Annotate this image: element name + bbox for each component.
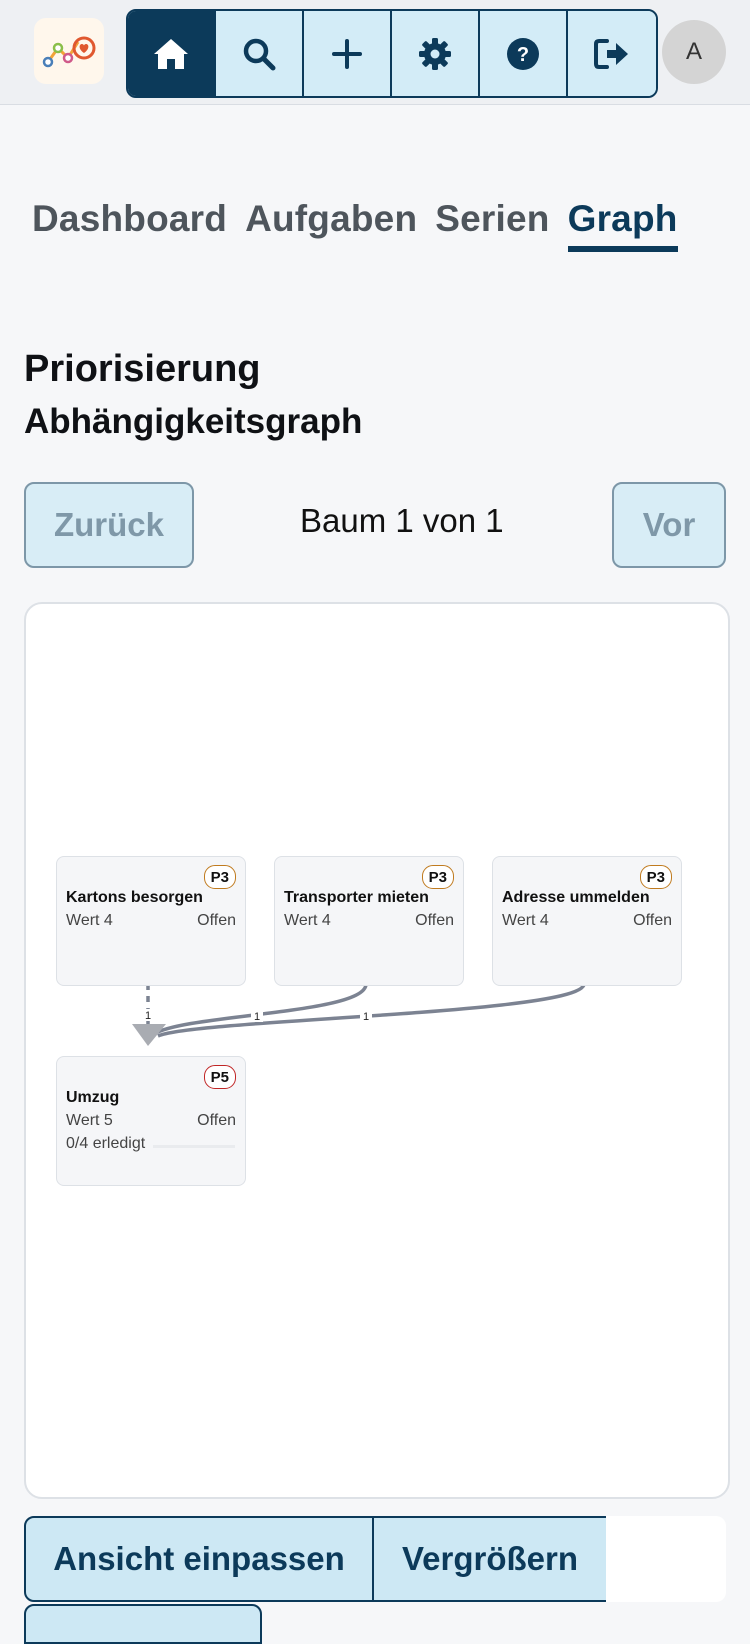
node-value: Wert 4 bbox=[66, 912, 113, 929]
home-icon bbox=[154, 38, 188, 69]
graph-node-kartons[interactable]: P3 Kartons besorgen Wert 4 Offen bbox=[56, 856, 246, 986]
node-status: Offen bbox=[197, 912, 236, 929]
help-icon: ? bbox=[507, 37, 539, 70]
priority-badge: P5 bbox=[203, 1065, 236, 1089]
top-bar: ? A bbox=[0, 0, 750, 105]
user-avatar[interactable]: A bbox=[662, 20, 726, 84]
page-title: Priorisierung bbox=[24, 348, 261, 390]
logout-button[interactable] bbox=[568, 11, 656, 96]
logo-icon bbox=[42, 36, 96, 68]
graph-node-transporter[interactable]: P3 Transporter mieten Wert 4 Offen bbox=[274, 856, 464, 986]
tab-dashboard[interactable]: Dashboard bbox=[32, 198, 227, 252]
search-button[interactable] bbox=[216, 11, 304, 96]
graph-node-umzug[interactable]: P5 Umzug Wert 5 Offen 0/4 erledigt bbox=[56, 1056, 246, 1186]
view-tabs: Dashboard Aufgaben Serien Graph bbox=[32, 198, 678, 252]
node-value: Wert 5 bbox=[66, 1112, 113, 1129]
zoom-out-button[interactable] bbox=[24, 1604, 262, 1644]
search-icon bbox=[243, 38, 276, 70]
node-status: Offen bbox=[633, 912, 672, 929]
gear-icon bbox=[419, 37, 451, 70]
avatar-initial: A bbox=[685, 38, 702, 65]
node-title: Kartons besorgen bbox=[66, 889, 203, 906]
node-title: Transporter mieten bbox=[284, 889, 429, 906]
svg-text:?: ? bbox=[517, 44, 529, 66]
edge-label-transporter: 1 bbox=[254, 1011, 260, 1023]
main-nav: ? bbox=[126, 9, 658, 98]
next-tree-button[interactable]: Vor bbox=[612, 482, 726, 568]
page-subtitle: Abhängigkeitsgraph bbox=[24, 402, 363, 441]
tab-graph[interactable]: Graph bbox=[567, 198, 678, 252]
graph-edges: 1 1 1 bbox=[132, 983, 586, 1046]
priority-badge: P3 bbox=[639, 865, 672, 889]
node-status: Offen bbox=[415, 912, 454, 929]
priority-badge: P3 bbox=[203, 865, 236, 889]
node-progress-bar bbox=[153, 1145, 235, 1148]
dependency-graph-canvas[interactable]: 1 1 1 P3 Kartons besorgen Wert 4 Offen P… bbox=[24, 602, 730, 1499]
previous-tree-button[interactable]: Zurück bbox=[24, 482, 194, 568]
tree-pager-label: Baum 1 von 1 bbox=[300, 502, 504, 539]
node-progress-text: 0/4 erledigt bbox=[66, 1135, 146, 1152]
settings-button[interactable] bbox=[392, 11, 480, 96]
tab-aufgaben[interactable]: Aufgaben bbox=[245, 198, 417, 252]
node-title: Umzug bbox=[66, 1089, 120, 1106]
edge-transporter-umzug bbox=[153, 983, 368, 1036]
node-value: Wert 4 bbox=[502, 912, 549, 929]
tab-serien[interactable]: Serien bbox=[435, 198, 549, 252]
node-status: Offen bbox=[197, 1112, 236, 1129]
zoom-in-button[interactable]: Vergrößern bbox=[372, 1516, 606, 1602]
help-button[interactable]: ? bbox=[480, 11, 568, 96]
priority-badge: P3 bbox=[421, 865, 454, 889]
edge-label-adresse: 1 bbox=[363, 1011, 369, 1023]
graph-node-adresse[interactable]: P3 Adresse ummelden Wert 4 Offen bbox=[492, 856, 682, 986]
app-logo[interactable] bbox=[34, 18, 104, 84]
fit-view-button[interactable]: Ansicht einpassen bbox=[24, 1516, 374, 1602]
add-button[interactable] bbox=[304, 11, 392, 96]
home-button[interactable] bbox=[128, 11, 216, 96]
node-title: Adresse ummelden bbox=[502, 889, 650, 906]
logout-icon bbox=[594, 38, 628, 69]
edge-label-kartons: 1 bbox=[145, 1010, 151, 1022]
plus-icon bbox=[332, 38, 362, 69]
node-value: Wert 4 bbox=[284, 912, 331, 929]
